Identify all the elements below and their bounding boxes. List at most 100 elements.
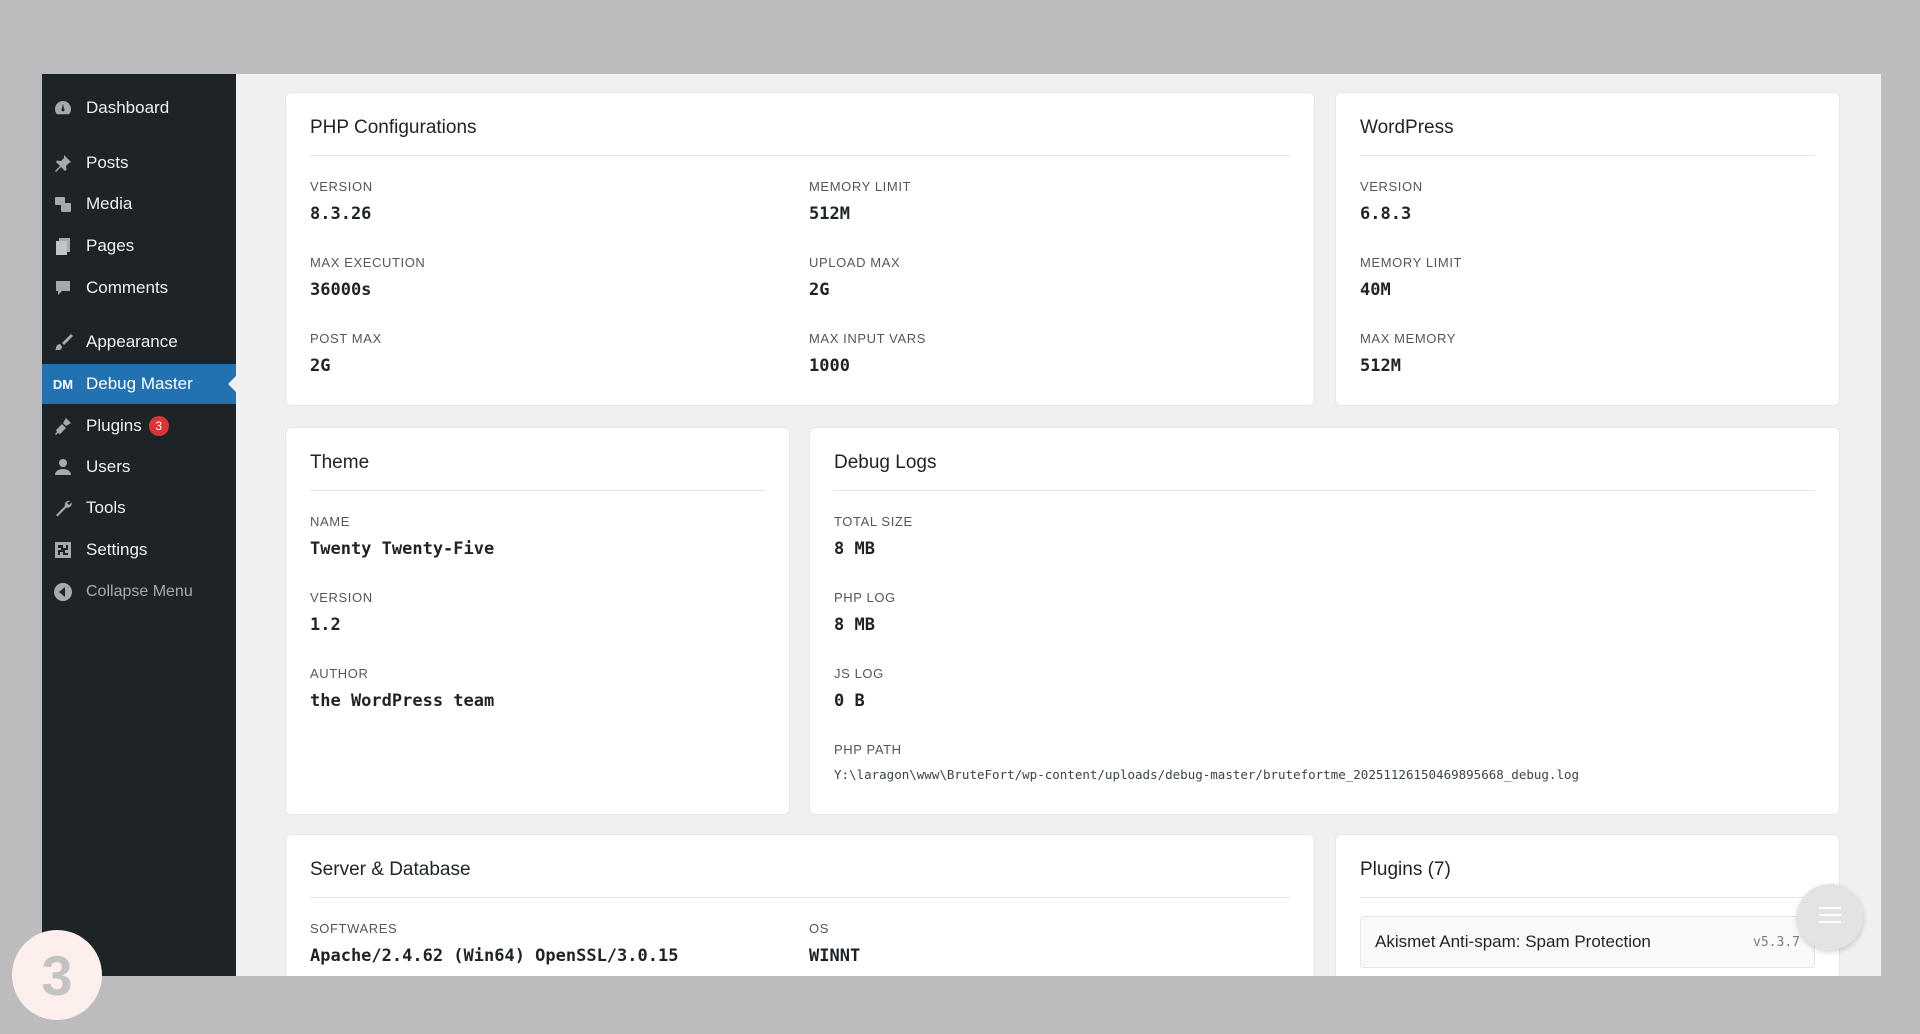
card-title: PHP Configurations — [310, 117, 477, 138]
field-label: POST MAX — [310, 331, 382, 346]
field-label: PHP PATH — [834, 742, 902, 757]
field-value: Twenty Twenty-Five — [310, 539, 495, 559]
theme-name-field: NAME Twenty Twenty-Five — [310, 514, 494, 559]
divider — [1360, 897, 1815, 898]
settings-icon — [52, 539, 74, 561]
card-title: Plugins (7) — [1360, 859, 1451, 880]
field-label: MAX EXECUTION — [310, 255, 426, 270]
sidebar-item-comments[interactable]: Comments — [42, 268, 236, 308]
card-title: Server & Database — [310, 859, 471, 880]
field-value: 6.8.3 — [1360, 204, 1412, 224]
field-label: VERSION — [310, 590, 373, 605]
collapse-icon — [52, 581, 74, 603]
field-label: MAX MEMORY — [1360, 331, 1457, 346]
plugins-update-badge: 3 — [148, 416, 169, 436]
server-softwares-field: SOFTWARES Apache/2.4.62 (Win64) OpenSSL/… — [310, 921, 678, 966]
field-value: 512M — [1360, 356, 1401, 376]
sidebar-item-label: Settings — [86, 540, 148, 559]
field-value: 2G — [809, 280, 830, 300]
server-os-field: OS WINNT — [809, 921, 860, 966]
field-value: 512M — [809, 204, 850, 224]
plugin-list-item[interactable]: Akismet Anti-spam: Spam Protection v5.3.… — [1360, 916, 1815, 968]
sidebar-item-label: Posts — [86, 153, 129, 172]
sidebar-item-label: Dashboard — [86, 98, 170, 117]
log-path-value: Y:\laragon\www\BruteFort/wp-content/uplo… — [834, 767, 1580, 782]
theme-card: Theme NAME Twenty Twenty-Five VERSION 1.… — [285, 427, 790, 815]
theme-version-field: VERSION 1.2 — [310, 590, 373, 635]
field-label: JS LOG — [834, 666, 884, 681]
sidebar-item-label: Plugins — [86, 416, 142, 435]
sidebar-item-label: Appearance — [86, 332, 178, 351]
field-value: 1.2 — [310, 615, 341, 635]
sidebar-item-label: Debug Master — [86, 374, 193, 393]
floating-menu-button[interactable] — [1797, 884, 1863, 950]
plugins-card: Plugins (7) Akismet Anti-spam: Spam Prot… — [1335, 834, 1840, 976]
pin-icon — [52, 152, 74, 174]
field-label: MEMORY LIMIT — [809, 179, 912, 194]
wrench-icon — [52, 497, 74, 519]
php-upload-max-field: UPLOAD MAX 2G — [809, 255, 900, 300]
wp-memory-limit-field: MEMORY LIMIT 40M — [1360, 255, 1462, 300]
php-post-max-field: POST MAX 2G — [310, 331, 382, 376]
field-label: MEMORY LIMIT — [1360, 255, 1463, 270]
php-memory-limit-field: MEMORY LIMIT 512M — [809, 179, 911, 224]
field-label: MAX INPUT VARS — [809, 331, 926, 346]
sidebar-item-dashboard[interactable]: Dashboard — [42, 88, 236, 128]
plugin-icon — [52, 415, 74, 437]
step-number-badge: 3 — [12, 930, 102, 1020]
sidebar-item-posts[interactable]: Posts — [42, 143, 236, 183]
sidebar-item-settings[interactable]: Settings — [42, 530, 236, 570]
user-icon — [52, 456, 74, 478]
collapse-menu-button[interactable]: Collapse Menu — [42, 572, 236, 612]
plugin-name: Akismet Anti-spam: Spam Protection — [1375, 932, 1651, 951]
log-total-size-field: TOTAL SIZE 8 MB — [834, 514, 913, 559]
sidebar-item-debug-master[interactable]: DM Debug Master — [42, 364, 236, 404]
field-label: NAME — [310, 514, 350, 529]
sidebar-item-users[interactable]: Users — [42, 447, 236, 487]
divider — [310, 155, 1290, 156]
wp-max-memory-field: MAX MEMORY 512M — [1360, 331, 1456, 376]
divider — [310, 490, 765, 491]
sidebar-item-tools[interactable]: Tools — [42, 488, 236, 528]
sidebar-item-label: Media — [86, 194, 133, 213]
log-js-size-field: JS LOG 0 B — [834, 666, 884, 711]
field-label: SOFTWARES — [310, 921, 398, 936]
field-label: OS — [809, 921, 829, 936]
debug-logs-card: Debug Logs TOTAL SIZE 8 MB PHP LOG 8 MB … — [809, 427, 1840, 815]
log-php-size-field: PHP LOG 8 MB — [834, 590, 896, 635]
media-icon — [52, 193, 74, 215]
card-title: WordPress — [1360, 117, 1454, 138]
field-value: 2G — [310, 356, 331, 376]
field-value: 1000 — [809, 356, 850, 376]
menu-icon — [1819, 906, 1841, 929]
comment-icon — [52, 277, 74, 299]
sidebar-item-label: Pages — [86, 236, 135, 255]
wordpress-card: WordPress VERSION 6.8.3 MEMORY LIMIT 40M… — [1335, 92, 1840, 406]
php-max-input-vars-field: MAX INPUT VARS 1000 — [809, 331, 926, 376]
sidebar-item-pages[interactable]: Pages — [42, 226, 236, 266]
divider — [1360, 155, 1815, 156]
dashboard-icon — [52, 97, 74, 119]
sidebar-item-label: Collapse Menu — [86, 583, 193, 600]
field-value: the WordPress team — [310, 691, 495, 711]
field-value: Apache/2.4.62 (Win64) OpenSSL/3.0.15 — [310, 946, 679, 966]
field-label: VERSION — [310, 179, 373, 194]
sidebar-item-label: Tools — [86, 498, 126, 517]
field-label: TOTAL SIZE — [834, 514, 913, 529]
sidebar-item-label: Users — [86, 457, 131, 476]
field-label: UPLOAD MAX — [809, 255, 901, 270]
field-value: 36000s — [310, 280, 372, 300]
field-value: WINNT — [809, 946, 861, 966]
divider — [834, 490, 1815, 491]
sidebar-item-plugins[interactable]: Plugins 3 — [42, 406, 236, 446]
php-config-card: PHP Configurations VERSION 8.3.26 MEMORY… — [285, 92, 1315, 406]
server-database-card: Server & Database SOFTWARES Apache/2.4.6… — [285, 834, 1315, 976]
php-max-execution-field: MAX EXECUTION 36000s — [310, 255, 425, 300]
pages-icon — [52, 235, 74, 257]
card-title: Debug Logs — [834, 452, 937, 473]
field-label: AUTHOR — [310, 666, 369, 681]
php-version-field: VERSION 8.3.26 — [310, 179, 373, 224]
field-value: 0 B — [834, 691, 865, 711]
sidebar-item-appearance[interactable]: Appearance — [42, 322, 236, 362]
sidebar-item-media[interactable]: Media — [42, 184, 236, 224]
